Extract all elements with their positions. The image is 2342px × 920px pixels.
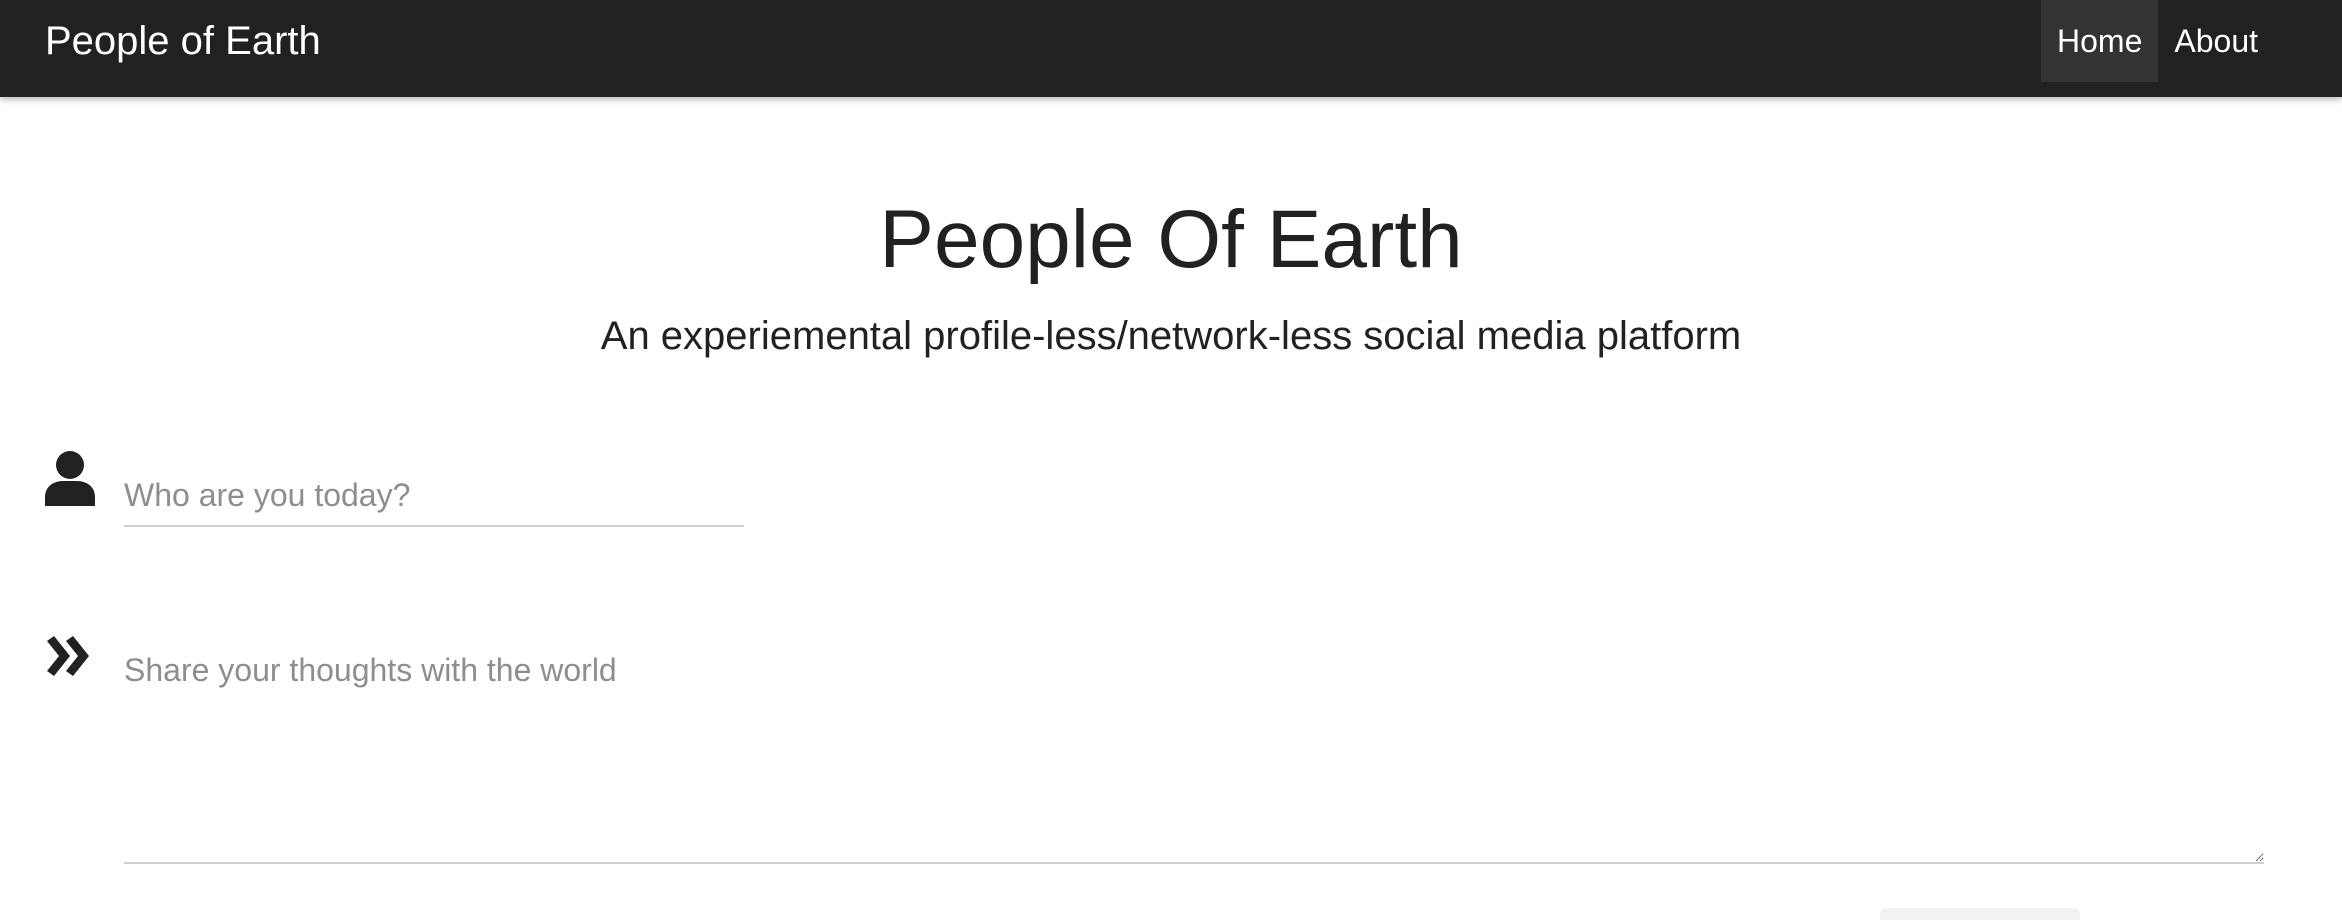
submit-button-edge[interactable] bbox=[1880, 908, 2080, 920]
thoughts-textarea[interactable] bbox=[124, 648, 2264, 864]
page-title: People Of Earth bbox=[879, 194, 1463, 285]
page-subtitle: An experiemental profile-less/network-le… bbox=[600, 314, 1742, 358]
nav-link-home[interactable]: Home bbox=[2041, 0, 2159, 82]
user-icon bbox=[44, 450, 96, 506]
double-chevron-right-icon bbox=[44, 636, 96, 692]
nav-links: Home About bbox=[2041, 0, 2274, 82]
nav-link-about[interactable]: About bbox=[2158, 0, 2274, 82]
name-input[interactable] bbox=[124, 465, 744, 527]
brand-link[interactable]: People of Earth bbox=[45, 0, 321, 82]
top-navbar: People of Earth Home About bbox=[0, 0, 2342, 97]
